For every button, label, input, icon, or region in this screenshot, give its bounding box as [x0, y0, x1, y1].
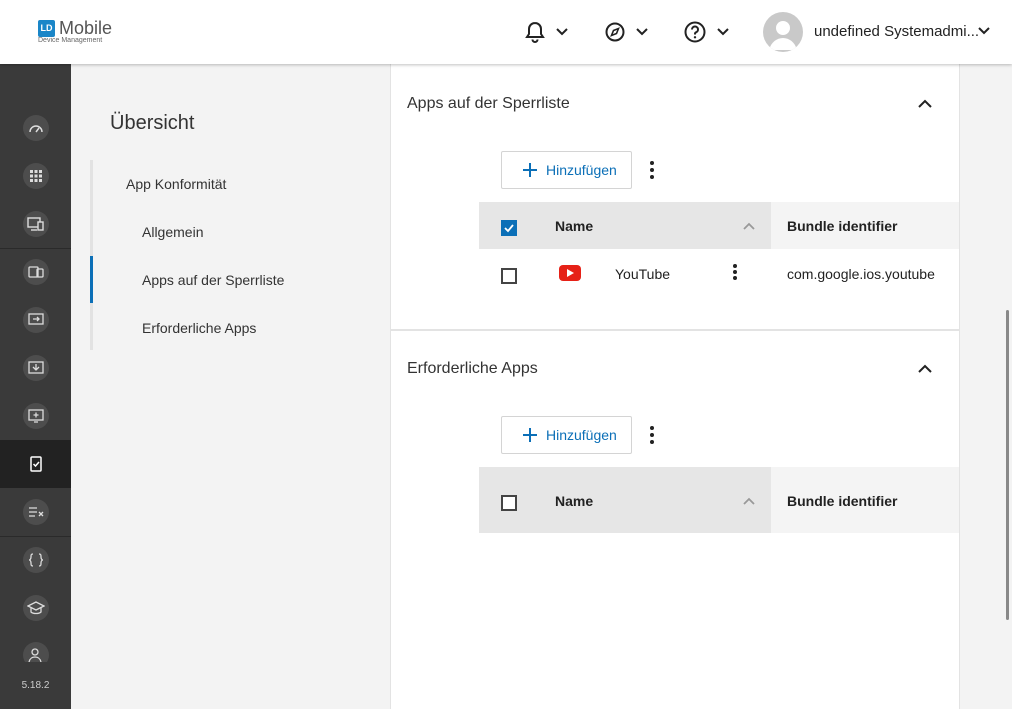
column-header-bundle[interactable]: Bundle identifier [771, 467, 959, 533]
section-title-blocklist: Apps auf der Sperrliste [407, 95, 570, 112]
device-group-icon [27, 266, 44, 278]
sort-ascending-icon[interactable] [743, 497, 755, 505]
page-title: Übersicht [110, 112, 195, 134]
chevron-down-icon [556, 28, 568, 36]
rail-item-users[interactable] [0, 632, 71, 662]
chevron-down-icon [717, 28, 729, 36]
add-required-button[interactable]: Hinzufügen [501, 416, 632, 454]
rail-item-device-groups[interactable] [0, 248, 71, 296]
add-button-label: Hinzufügen [546, 427, 617, 443]
table-header: Name Bundle identifier [479, 467, 959, 533]
column-header-name[interactable]: Name [539, 467, 771, 533]
rail-item-apps[interactable] [0, 152, 71, 200]
rail-item-devices[interactable] [0, 200, 71, 248]
row-checkbox[interactable] [501, 268, 517, 284]
user-avatar-icon [769, 21, 797, 50]
plus-icon [523, 428, 537, 442]
column-bundle-label: Bundle identifier [787, 218, 898, 234]
users-icon [27, 648, 42, 662]
more-options-icon[interactable] [647, 161, 657, 181]
column-header-name[interactable]: Name [539, 202, 771, 249]
dashboard-icon [28, 125, 43, 133]
devices-icon [26, 217, 44, 231]
chevron-up-icon[interactable] [917, 98, 933, 110]
rail-item-deploy[interactable] [0, 296, 71, 344]
scrollbar[interactable] [1006, 310, 1009, 620]
nav-active-indicator [90, 256, 93, 303]
list-check-icon [28, 507, 43, 517]
column-bundle-label: Bundle identifier [787, 493, 898, 509]
section-title-required: Erforderliche Apps [407, 360, 538, 377]
logo-title: Mobile [59, 18, 113, 38]
compass-button[interactable] [605, 18, 649, 46]
header-select-cell [479, 202, 539, 249]
code-braces-icon [28, 553, 43, 567]
education-icon [26, 601, 45, 615]
nav-track [90, 160, 93, 350]
sort-ascending-icon[interactable] [743, 222, 755, 230]
header-select-cell [479, 467, 539, 533]
youtube-icon [559, 265, 581, 281]
apps-grid-icon [29, 170, 42, 182]
add-button-label: Hinzufügen [546, 162, 617, 178]
app-logo[interactable]: LD Mobile Device Management [38, 18, 128, 48]
add-blocklist-button[interactable]: Hinzufügen [501, 151, 632, 189]
section-divider [391, 329, 959, 331]
notifications-button[interactable] [525, 18, 569, 46]
nav-item-sperrliste[interactable]: Apps auf der Sperrliste [142, 272, 284, 288]
column-name-label: Name [555, 493, 594, 509]
help-icon [684, 21, 706, 43]
chevron-down-icon[interactable] [977, 26, 991, 36]
bundle-identifier: com.google.ios.youtube [787, 266, 935, 282]
logo-subtitle: Device Management [38, 37, 103, 44]
rail-item-download[interactable] [0, 344, 71, 392]
select-all-checkbox[interactable] [501, 220, 517, 236]
rail-item-education[interactable] [0, 584, 71, 632]
help-button[interactable] [684, 18, 730, 46]
nav-item-allgemein[interactable]: Allgemein [142, 224, 203, 240]
rail-item-monitor-add[interactable] [0, 392, 71, 440]
column-name-label: Name [555, 218, 594, 234]
content-panel: Apps auf der Sperrliste Hinzufügen Name … [390, 64, 960, 709]
column-header-bundle[interactable]: Bundle identifier [771, 202, 959, 249]
more-options-icon[interactable] [647, 426, 657, 446]
row-more-options-icon[interactable] [730, 264, 740, 284]
app-name: YouTube [615, 266, 671, 282]
rail-item-scripts[interactable] [0, 536, 71, 584]
table-header: Name Bundle identifier [479, 202, 959, 249]
user-name[interactable]: undefined Systemadmi... [814, 23, 979, 40]
version-label: 5.18.2 [21, 680, 50, 691]
rail-item-list-check[interactable] [0, 488, 71, 536]
check-icon [504, 224, 514, 233]
left-rail: 5.18.2 [0, 64, 71, 709]
download-icon [27, 361, 44, 374]
select-all-checkbox[interactable] [501, 495, 517, 511]
chevron-down-icon [636, 28, 648, 36]
rail-item-dashboard[interactable] [0, 104, 71, 152]
rail-item-compliance[interactable] [0, 440, 71, 488]
nav-item-app-konformitaet[interactable]: App Konformität [126, 176, 226, 192]
bell-icon [525, 21, 545, 43]
chevron-up-icon[interactable] [917, 363, 933, 375]
compliance-icon [29, 456, 42, 472]
avatar[interactable] [763, 12, 803, 52]
nav-item-erforderliche-apps[interactable]: Erforderliche Apps [142, 320, 256, 336]
compass-icon [605, 22, 625, 42]
logo-mark: LD [38, 20, 55, 37]
top-header: LD Mobile Device Management undefined Sy… [0, 0, 1012, 64]
deploy-icon [27, 313, 44, 325]
monitor-add-icon [27, 409, 44, 423]
plus-icon [523, 163, 537, 177]
